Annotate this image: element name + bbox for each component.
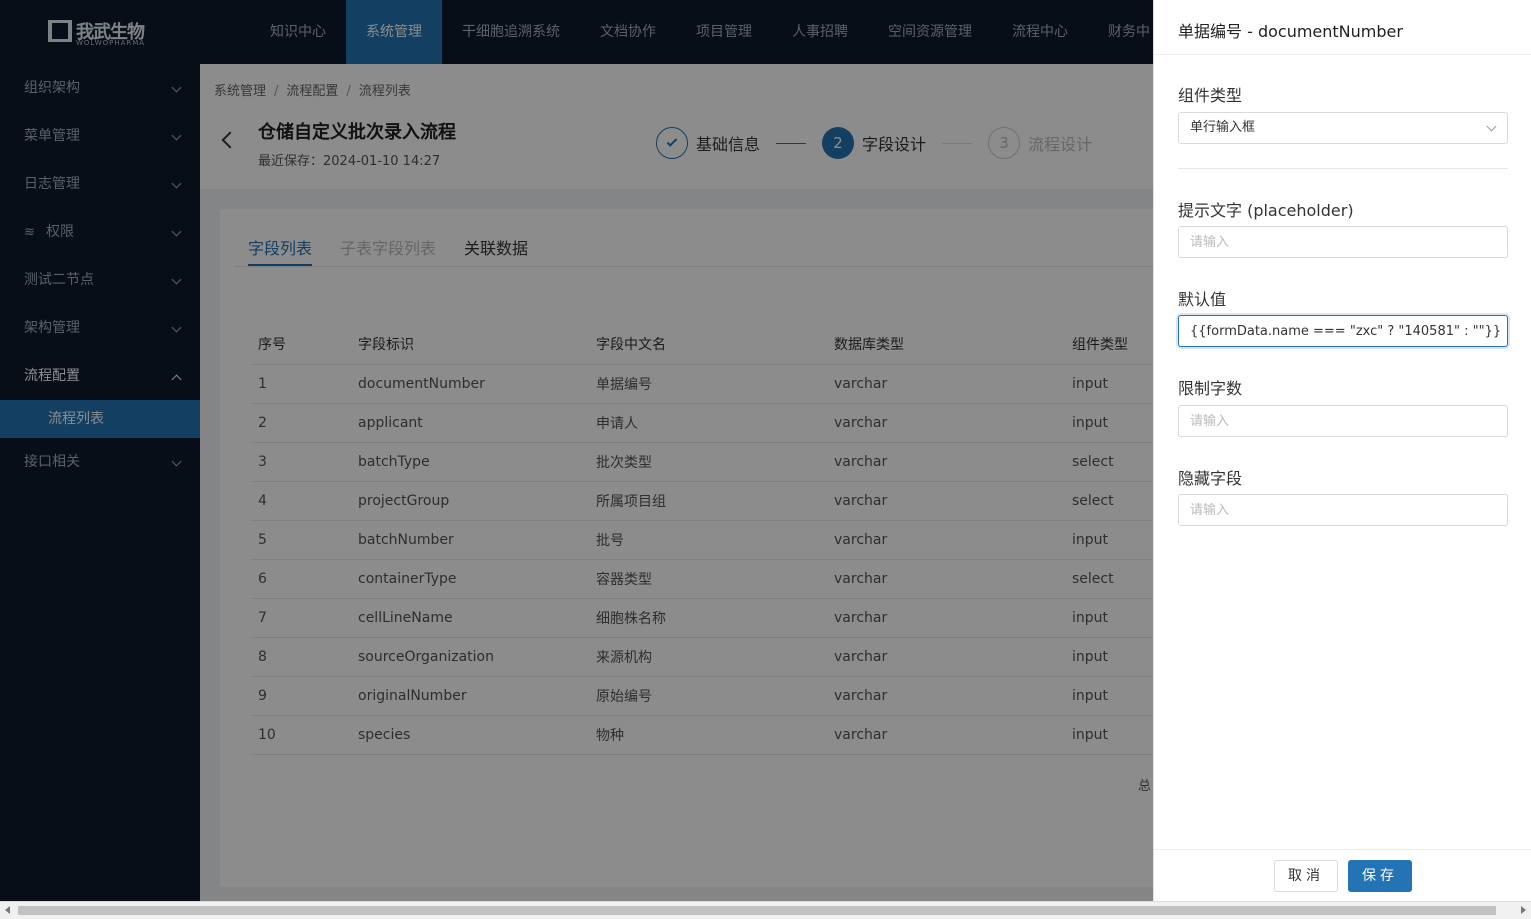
divider xyxy=(1154,54,1531,55)
divider xyxy=(1154,849,1531,850)
component-type-select[interactable]: 单行输入框 xyxy=(1178,112,1508,144)
max-length-input[interactable] xyxy=(1178,405,1508,437)
divider xyxy=(1178,168,1508,169)
cancel-button[interactable]: 取消 xyxy=(1274,860,1338,892)
default-value-input[interactable] xyxy=(1178,315,1508,347)
scroll-left-icon[interactable] xyxy=(5,906,10,914)
max-length-label: 限制字数 xyxy=(1178,379,1243,398)
hidden-field-input[interactable] xyxy=(1178,494,1508,526)
default-value-label: 默认值 xyxy=(1178,290,1227,309)
scrollbar-thumb[interactable] xyxy=(18,906,1496,915)
chevron-down-icon xyxy=(1486,121,1497,132)
save-button[interactable]: 保存 xyxy=(1348,860,1412,892)
drawer-title: 单据编号 - documentNumber xyxy=(1178,22,1403,41)
horizontal-scrollbar[interactable] xyxy=(0,901,1531,919)
placeholder-label: 提示文字 (placeholder) xyxy=(1178,201,1354,220)
field-config-drawer: 单据编号 - documentNumber 组件类型 单行输入框 提示文字 (p… xyxy=(1153,0,1531,919)
component-type-value: 单行输入框 xyxy=(1190,120,1256,135)
placeholder-input[interactable] xyxy=(1178,226,1508,258)
component-type-label: 组件类型 xyxy=(1178,86,1243,105)
drawer-mask[interactable] xyxy=(0,0,1153,919)
hidden-field-label: 隐藏字段 xyxy=(1178,469,1243,488)
scroll-right-icon[interactable] xyxy=(1521,906,1526,914)
